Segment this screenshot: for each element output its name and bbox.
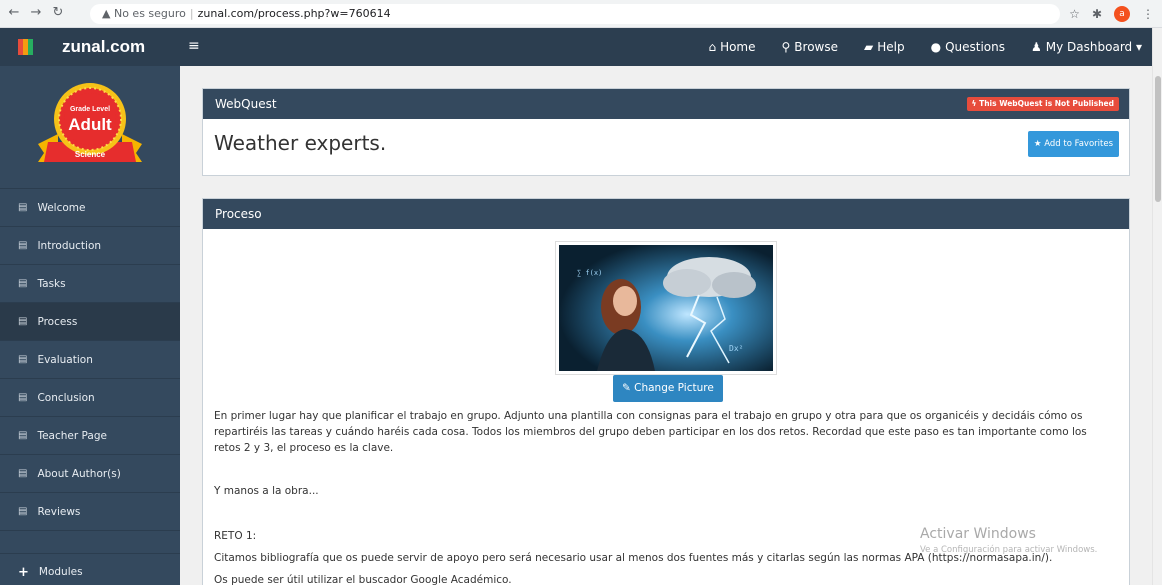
svg-text:Dx²: Dx²: [729, 344, 743, 353]
search-icon: ⚲: [781, 40, 791, 54]
sidebar-item-label: Modules: [38, 566, 83, 578]
logo-icon[interactable]: [18, 39, 34, 55]
pencil-icon: ✎: [622, 382, 635, 394]
sidebar-item-label: Teacher Page: [37, 429, 107, 442]
page-title: Weather experts.: [214, 131, 387, 155]
nav-link-my-dashboard[interactable]: ♟ My Dashboard ▾: [1031, 40, 1142, 54]
process-paragraph: En primer lugar hay que planificar el tr…: [214, 410, 1087, 454]
process-paragraph: Y manos a la obra...: [214, 485, 319, 497]
nav-link-browse[interactable]: ⚲ Browse: [782, 40, 839, 54]
nav-link-home[interactable]: ⌂ Home: [708, 40, 755, 54]
sidebar-item-process[interactable]: ▤ Process: [0, 303, 180, 341]
award-badge-icon: Grade Level Adult Science: [38, 83, 142, 162]
main-content: WebQuest ϟ This WebQuest is Not Publishe…: [180, 66, 1152, 585]
document-icon: ▤: [18, 240, 28, 251]
panel-heading-text: Proceso: [215, 207, 262, 221]
process-image: ∑ f(x) Dx²: [555, 241, 777, 375]
comments-icon: ●: [930, 40, 942, 54]
sidebar-item-label: Reviews: [37, 505, 81, 518]
panel-heading: Proceso: [203, 199, 1129, 229]
sidebar-item-evaluation[interactable]: ▤ Evaluation: [0, 341, 180, 379]
process-paragraph: Os puede ser útil utilizar el buscador G…: [214, 574, 512, 585]
document-icon: ▤: [18, 316, 28, 327]
sidebar-item-welcome[interactable]: ▤ Welcome: [0, 189, 180, 227]
document-icon: ▤: [18, 430, 28, 441]
nav-link-label: My Dashboard ▾: [1045, 40, 1142, 54]
hamburger-menu-icon[interactable]: ≡: [188, 38, 200, 54]
navbar-links: ⌂ Home ⚲ Browse ▰ Help ● Questions ♟ My Dashboard…: [708, 28, 1142, 66]
change-picture-button[interactable]: ✎ Change Picture: [613, 375, 723, 402]
nav-link-help[interactable]: ▰ Help: [864, 40, 905, 54]
panel-heading: WebQuest ϟ This WebQuest is Not Publishe…: [203, 89, 1129, 119]
nav-link-label: Home: [720, 40, 756, 54]
sidebar-item-label: Process: [37, 315, 78, 328]
reload-icon[interactable]: ↻: [50, 5, 66, 21]
windows-activation-hint: Ve a Configuración para activar Windows.: [920, 545, 1098, 555]
address-bar[interactable]: ▲ No es seguro | zunal.com/process.php?w=7…: [90, 4, 1060, 24]
scrollbar-thumb[interactable]: [1155, 76, 1161, 202]
document-icon: ▤: [18, 468, 28, 479]
warning-icon: ▲: [102, 7, 111, 20]
sidebar-item-label: Welcome: [37, 201, 86, 214]
page-scrollbar[interactable]: [1152, 28, 1162, 585]
extensions-icon[interactable]: ✱: [1092, 7, 1102, 21]
svg-text:∑ f(x): ∑ f(x): [577, 269, 602, 277]
sidebar-item-about-author-s[interactable]: ▤ About Author(s): [0, 455, 180, 493]
badge-line2: Adult: [68, 115, 112, 134]
sidebar-item-label: Introduction: [37, 239, 102, 252]
brand-name[interactable]: zunal.com: [62, 37, 145, 57]
webquest-panel: WebQuest ϟ This WebQuest is Not Publishe…: [202, 88, 1130, 176]
top-navbar: zunal.com ≡ ⌂ Home ⚲ Browse ▰ Help ● Questions ♟…: [0, 28, 1162, 66]
sidebar-item-label: About Author(s): [37, 467, 121, 480]
user-icon: ♟: [1031, 40, 1042, 54]
star-icon: ★: [1033, 139, 1045, 149]
panel-heading-text: WebQuest: [215, 97, 277, 111]
browser-toolbar: ← → ↻ ▲ No es seguro | zunal.com/process.p…: [0, 0, 1162, 28]
weather-illustration: ∑ f(x) Dx²: [559, 245, 773, 371]
profile-avatar[interactable]: a: [1114, 6, 1130, 22]
url-text: zunal.com/process.php?w=760614: [197, 7, 391, 20]
sidebar-item-label: Conclusion: [37, 391, 95, 404]
nav-link-label: Questions: [945, 40, 1006, 54]
book-icon: ▰: [864, 40, 874, 54]
windows-activation-watermark: Activar Windows: [920, 526, 1036, 542]
nav-link-label: Browse: [794, 40, 838, 54]
add-to-favorites-button[interactable]: ★ Add to Favorites: [1027, 131, 1119, 157]
sidebar-item-label: Evaluation: [37, 353, 93, 366]
document-icon: ▤: [18, 202, 28, 213]
document-icon: ▤: [18, 354, 28, 365]
grade-level-badge: Grade Level Adult Science: [0, 66, 180, 189]
badge-line3: Science: [75, 150, 106, 159]
forward-arrow-icon[interactable]: →: [28, 5, 44, 21]
document-icon: ▤: [18, 506, 28, 517]
sidebar-item-reviews[interactable]: ▤ Reviews: [0, 493, 180, 531]
plus-icon: +: [18, 564, 29, 580]
star-icon[interactable]: ☆: [1069, 7, 1080, 21]
status-badge: ϟ This WebQuest is Not Published: [966, 97, 1119, 111]
nav-link-label: Help: [877, 40, 905, 54]
document-icon: ▤: [18, 278, 28, 289]
home-icon: ⌂: [708, 40, 717, 54]
sidebar-item-modules[interactable]: + Modules: [0, 553, 180, 585]
nav-link-questions[interactable]: ● Questions: [931, 40, 1005, 54]
sidebar-item-tasks[interactable]: ▤ Tasks: [0, 265, 180, 303]
menu-dots-icon[interactable]: ⋮: [1142, 7, 1154, 21]
sidebar-item-teacher-page[interactable]: ▤ Teacher Page: [0, 417, 180, 455]
sidebar-item-introduction[interactable]: ▤ Introduction: [0, 227, 180, 265]
sidebar: Grade Level Adult Science ▤ Welcome ▤ Intro…: [0, 66, 180, 585]
sidebar-item-conclusion[interactable]: ▤ Conclusion: [0, 379, 180, 417]
back-arrow-icon[interactable]: ←: [6, 5, 22, 21]
sidebar-item-label: Tasks: [37, 277, 66, 290]
insecure-label: No es seguro: [113, 7, 186, 20]
badge-line1: Grade Level: [70, 106, 110, 113]
bolt-icon: ϟ: [971, 99, 980, 108]
document-icon: ▤: [18, 392, 28, 403]
